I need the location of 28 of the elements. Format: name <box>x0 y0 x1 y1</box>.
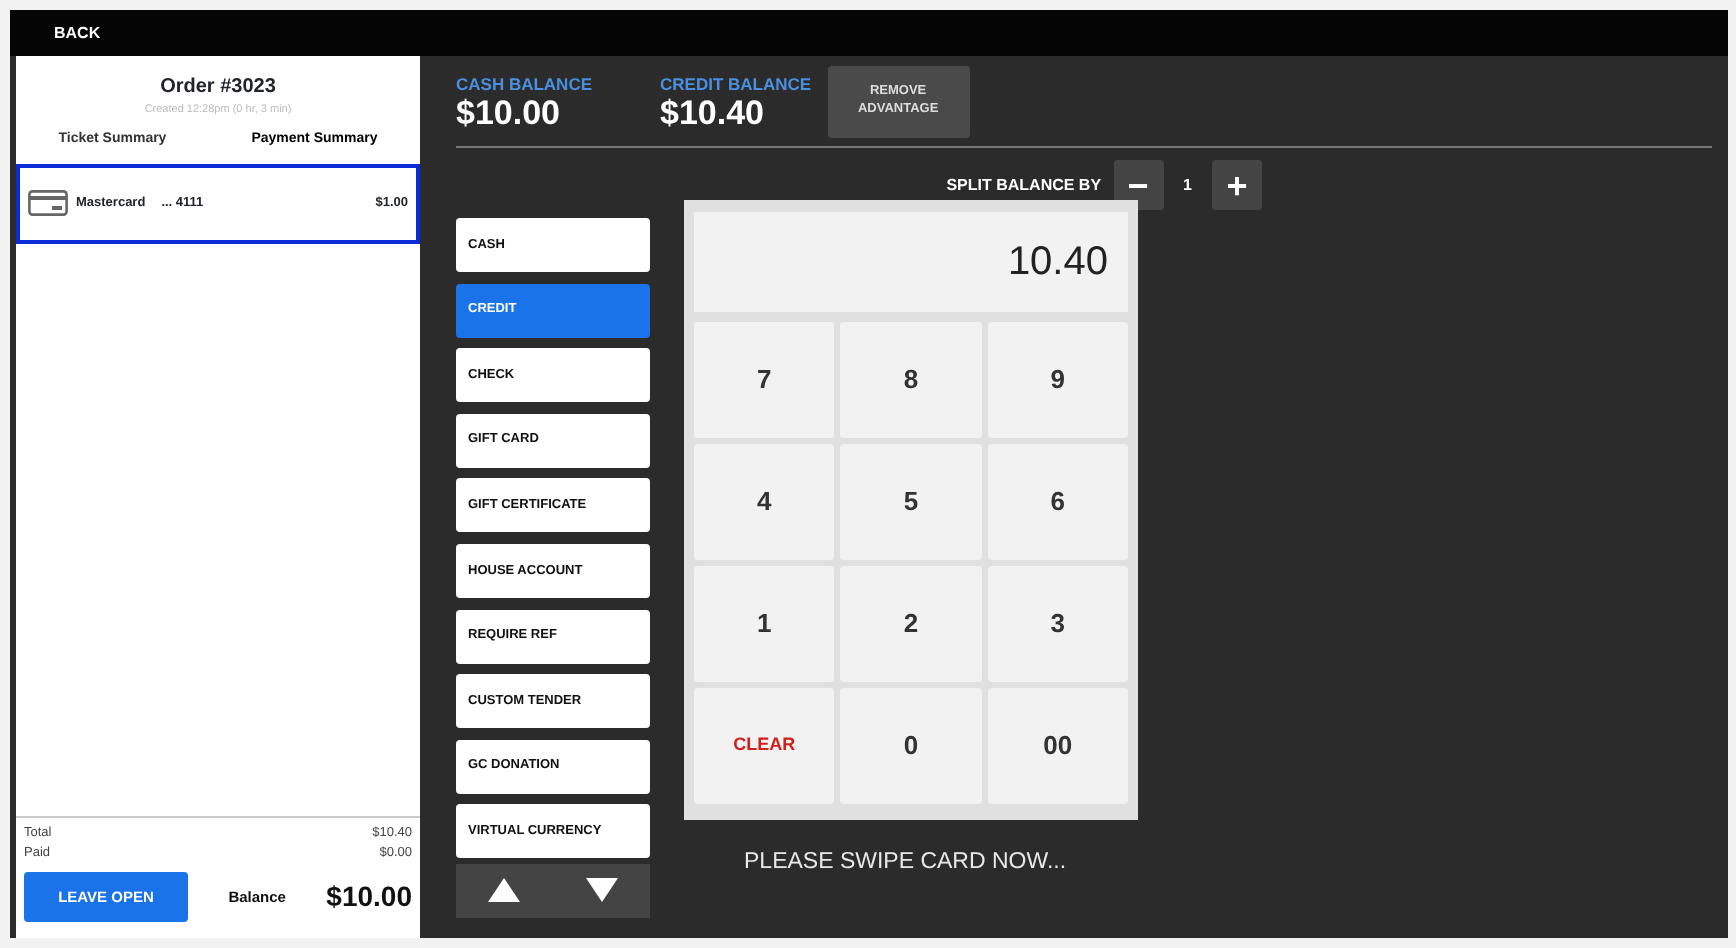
balance-value: $10.00 <box>326 878 412 916</box>
amount-display: 10.40 <box>694 212 1128 312</box>
number-key[interactable]: 7 <box>694 322 835 438</box>
balance-amount: $10.40 <box>660 96 766 131</box>
number-key[interactable]: 4 <box>694 444 835 560</box>
number-key[interactable]: 3 <box>987 566 1128 682</box>
back-button[interactable]: BACK <box>54 21 101 45</box>
card-icon <box>28 190 68 217</box>
number-key[interactable]: 5 <box>840 444 982 560</box>
split-count: 1 <box>1181 173 1194 197</box>
clear-key[interactable]: CLEAR <box>694 688 835 804</box>
scroll-down-icon[interactable] <box>585 878 618 903</box>
balance-label: CREDIT BALANCE <box>660 71 812 97</box>
number-key[interactable]: 1 <box>694 566 835 682</box>
balance-label: CASH BALANCE <box>456 71 592 97</box>
number-key[interactable]: 2 <box>840 566 982 682</box>
decrease-button[interactable]: − <box>1113 160 1164 210</box>
number-key[interactable]: 8 <box>840 322 982 438</box>
status-message: PLEASE SWIPE CARD NOW... <box>744 848 1069 878</box>
order-title: Order #3023 <box>158 74 278 102</box>
scroll-up-icon[interactable] <box>488 878 521 903</box>
balance-amount: $10.00 <box>456 96 562 131</box>
number-key[interactable]: 9 <box>987 322 1128 438</box>
number-key[interactable]: 6 <box>987 444 1128 560</box>
number-key[interactable]: 00 <box>987 688 1128 804</box>
increase-button[interactable]: + <box>1212 160 1262 210</box>
split-label: SPLIT BALANCE BY <box>946 173 1102 197</box>
number-key[interactable]: 0 <box>840 688 982 804</box>
